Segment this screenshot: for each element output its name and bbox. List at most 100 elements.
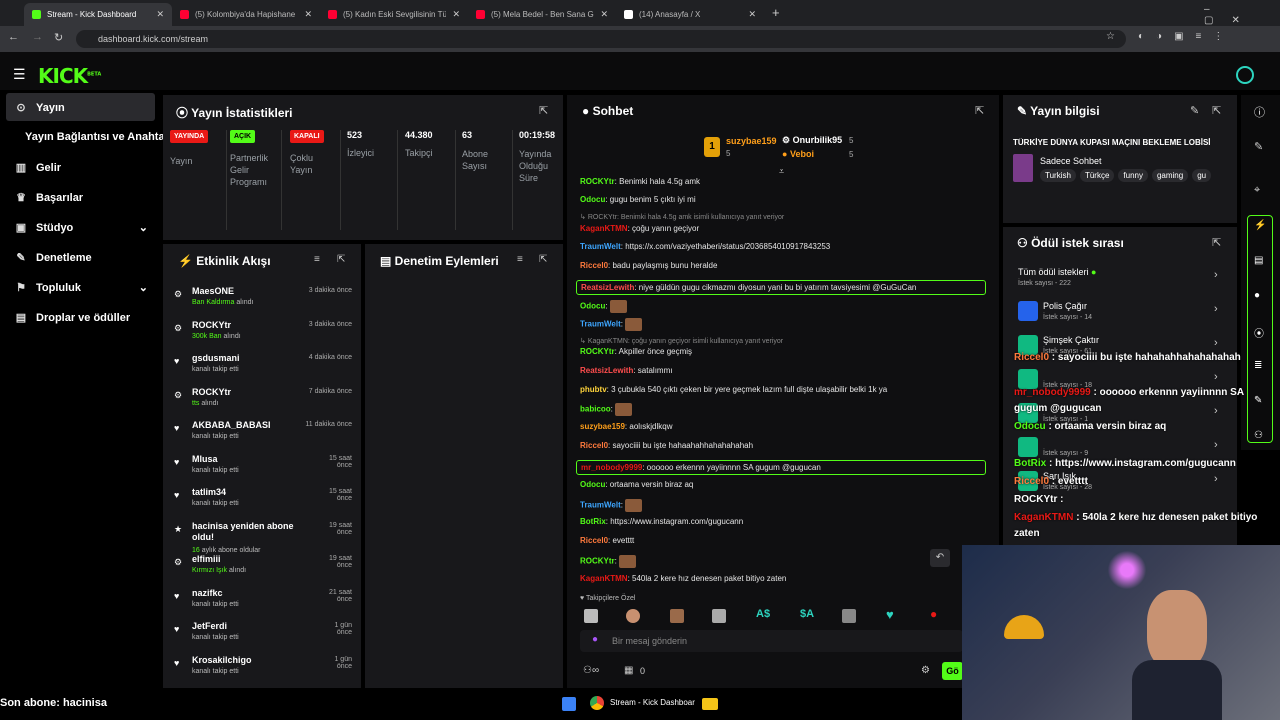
sidebar-item-studyo[interactable]: ▣ Stüdyo ⌄ <box>14 221 148 235</box>
taskbar-app-label[interactable]: Stream - Kick Dashboar <box>610 698 695 707</box>
chat-message[interactable]: babicoo: <box>580 403 990 416</box>
filter-icon[interactable]: ≡ <box>314 254 320 265</box>
chat-message[interactable]: ROCKYtr: Benimki hala 4.5g amk <box>580 177 990 186</box>
tab-youtube-2[interactable]: (5) Kadın Eski Sevgilisinin Tüm ✕ <box>320 3 468 26</box>
focus-icon[interactable]: ⌖ <box>1254 184 1260 197</box>
close-icon[interactable]: ✕ <box>452 9 460 20</box>
extension-icons[interactable]: ◐◑▣≡⋮ <box>1138 31 1235 42</box>
emote-icon[interactable]: ● <box>930 607 937 621</box>
microphone-icon[interactable]: ● <box>592 634 598 645</box>
chat-message[interactable]: ROCKYtr: Akpiller önce geçmiş <box>580 347 990 356</box>
chat-username[interactable]: Riccel0 <box>580 536 608 545</box>
chrome-icon[interactable] <box>590 696 604 710</box>
sidebar-item-stream-key[interactable]: Yayın Bağlantısı ve Anahtarı <box>25 131 172 143</box>
activity-user[interactable]: MaesONE <box>192 286 302 297</box>
kick-logo[interactable]: KICKBETA <box>38 64 101 88</box>
bookmark-star-icon[interactable]: ☆ <box>1106 31 1115 42</box>
category-name[interactable]: Sadece Sohbet <box>1040 156 1102 166</box>
emote-icon[interactable] <box>584 609 598 623</box>
sidebar-item-gelir[interactable]: ▥ Gelir <box>14 161 61 175</box>
activity-user[interactable]: ROCKYtr <box>192 387 302 398</box>
activity-user[interactable]: Krosakilchigo <box>192 655 302 666</box>
chat-message[interactable]: ReatsizLewith: satalımmı <box>580 366 990 375</box>
chat-message[interactable]: Riccel0: sayociiii bu işte hahaahahhahah… <box>580 441 990 450</box>
activity-user[interactable]: Mlusa <box>192 454 302 465</box>
window-controls[interactable]: –▢✕ <box>1204 4 1280 26</box>
chat-input[interactable]: ● Bir mesaj gönderin <box>580 630 963 652</box>
activity-user[interactable]: JetFerdi <box>192 621 302 632</box>
chat-username[interactable]: BotRix <box>580 517 606 526</box>
popout-icon[interactable]: ⇱ <box>539 254 547 265</box>
chat-username[interactable]: mr_nobody9999 <box>581 463 642 472</box>
activity-item[interactable]: ♥ Mlusa kanalı takip etti 15 saat önce <box>170 454 356 487</box>
chat-message[interactable]: Odocu: <box>580 300 990 313</box>
broadcast-icon[interactable]: ⦿ <box>1254 325 1264 340</box>
emote-icon[interactable] <box>712 609 726 623</box>
activity-user[interactable]: ROCKYtr <box>192 320 302 331</box>
top-gifter-2[interactable]: ⚙ Onurbilik95 <box>782 135 842 146</box>
chat-username[interactable]: ROCKYtr <box>580 177 615 186</box>
popout-icon[interactable]: ⇱ <box>1212 236 1221 249</box>
tag[interactable]: Turkish <box>1040 169 1076 182</box>
send-button[interactable]: Gö <box>942 662 963 680</box>
chat-message[interactable]: suzybae159: aolıskjdlkqw <box>580 422 990 431</box>
activity-item[interactable]: ♥ AKBABA_BABASI kanalı takip etti 11 dakika… <box>170 420 356 453</box>
activity-user[interactable]: elfimiii <box>192 554 302 565</box>
emote-icon[interactable] <box>670 609 684 623</box>
back-icon[interactable]: ← <box>8 31 19 43</box>
activity-user[interactable]: tatlim34 <box>192 487 302 498</box>
file-explorer-icon[interactable] <box>702 698 718 710</box>
chat-message[interactable]: KaganKTMN: çoğu yanın geçiyor <box>580 224 990 233</box>
chat-message[interactable]: TraumWelt: https://x.com/vaziyethaberi/s… <box>580 242 990 251</box>
chat-message[interactable]: phubtv: 3 çubukla 540 çıktı çeken bir ye… <box>580 385 990 394</box>
activity-item[interactable]: ♥ tatlim34 kanalı takip etti 15 saat önce <box>170 487 356 520</box>
settings-gear-icon[interactable]: ⚙ <box>921 665 930 676</box>
activity-item[interactable]: ⚙ ROCKYtr 300k Ban alındı 3 dakika önce <box>170 320 356 353</box>
close-icon[interactable]: ✕ <box>304 9 312 20</box>
tab-youtube-3[interactable]: (5) Mela Bedel - Ben Sana Gele ✕ <box>468 3 616 26</box>
chat-username[interactable]: phubtv <box>580 385 607 394</box>
new-tab-icon[interactable]: + <box>772 5 780 20</box>
chat-username[interactable]: Odocu <box>580 480 605 489</box>
chat-message[interactable]: TraumWelt: <box>580 318 990 331</box>
chat-username[interactable]: Odocu <box>580 302 605 311</box>
document-icon[interactable]: ▤ <box>1254 255 1263 266</box>
reply-icon[interactable]: ↶ <box>930 549 950 567</box>
chat-username[interactable]: Odocu <box>580 195 605 204</box>
filter-icon[interactable]: ≡ <box>517 254 523 265</box>
reload-icon[interactable]: ↻ <box>54 31 63 44</box>
chat-username[interactable]: KaganKTMN <box>580 224 628 233</box>
chat-message[interactable]: mr_nobody9999: oooooo erkennn yayiinnnn … <box>576 460 986 475</box>
chat-username[interactable]: TraumWelt <box>580 320 621 329</box>
chat-username[interactable]: KaganKTMN <box>580 574 628 583</box>
emote-icon[interactable] <box>626 609 640 623</box>
chat-message[interactable]: Riccel0: badu paylaşmış bunu heralde <box>580 261 990 270</box>
heart-emote-icon[interactable]: ♥ <box>886 607 894 622</box>
emote-icon[interactable] <box>842 609 856 623</box>
sidebar-item-droplar[interactable]: ▤ Droplar ve ödüller <box>14 311 130 325</box>
sidebar-item-denetleme[interactable]: ✎ Denetleme <box>14 251 91 265</box>
popout-icon[interactable]: ⇱ <box>1212 104 1221 117</box>
tab-kick-dashboard[interactable]: Stream - Kick Dashboard ✕ <box>24 3 172 26</box>
close-icon[interactable]: ✕ <box>600 9 608 20</box>
chat-message[interactable]: Riccel0: evetttt <box>580 536 990 545</box>
popout-icon[interactable]: ⇱ <box>337 254 345 265</box>
chat-message[interactable]: ReatsizLewith: niye güldün gugu cikmazmı… <box>576 280 986 295</box>
tab-youtube-1[interactable]: (5) Kolombiya'da Hapishane Ba ✕ <box>172 3 320 26</box>
chat-username[interactable]: Riccel0 <box>580 441 608 450</box>
activity-item[interactable]: ♥ JetFerdi kanalı takip etti 1 gün önce <box>170 621 356 654</box>
activity-item[interactable]: ⚙ ROCKYtr tts alındı 7 dakika önce <box>170 387 356 420</box>
chat-message[interactable]: Odocu: gugu benim 5 çıktı iyi mi <box>580 195 990 204</box>
expand-down-icon[interactable]: ⩡ <box>779 166 784 177</box>
chat-username[interactable]: babicoo <box>580 405 611 414</box>
pencil-icon[interactable]: ✎ <box>1254 140 1263 153</box>
user-avatar[interactable] <box>1236 66 1254 84</box>
chat-username[interactable]: ReatsizLewith <box>580 366 633 375</box>
gift-icon[interactable]: ▦ <box>624 665 633 676</box>
chat-message[interactable]: ROCKYtr: <box>580 555 990 568</box>
activity-item[interactable]: ⚙ MaesONE Ban Kaldırma alındı 3 dakika önce <box>170 286 356 319</box>
infinity-icon[interactable]: ⚇∞ <box>583 665 599 676</box>
address-bar[interactable]: dashboard.kick.com/stream <box>76 30 1126 48</box>
chat-username[interactable]: TraumWelt <box>580 242 621 251</box>
activity-user[interactable]: gsdusmani <box>192 353 302 364</box>
